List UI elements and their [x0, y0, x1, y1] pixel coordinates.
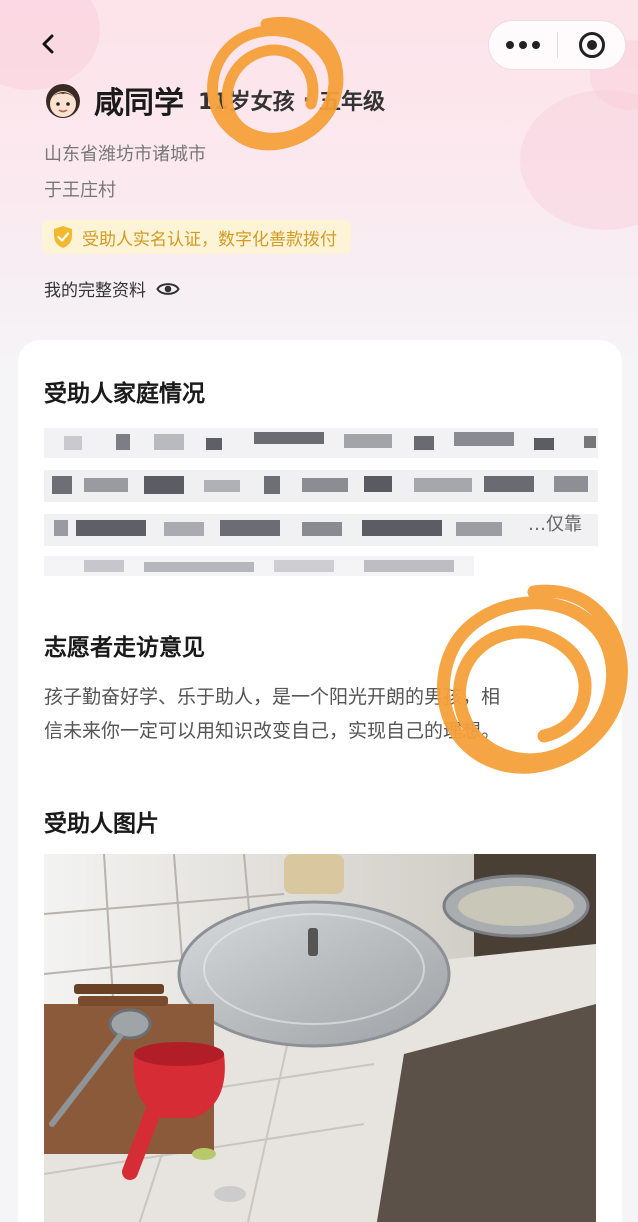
target-icon	[578, 32, 605, 58]
beneficiary-name: 咸同学	[94, 86, 184, 121]
beneficiary-title-row: 咸同学 11岁女孩 · 五年级	[42, 78, 385, 122]
full-profile-label: 我的完整资料	[44, 281, 146, 301]
full-profile-link[interactable]: 我的完整资料	[44, 276, 180, 301]
family-description-pixelated	[44, 428, 598, 578]
girl-avatar-icon	[42, 79, 84, 121]
verification-text: 受助人实名认证，数字化善款拨付	[82, 229, 337, 250]
chevron-left-icon	[42, 34, 54, 54]
beneficiary-photo[interactable]	[44, 854, 596, 1222]
volunteer-comment-line2: 信未来你一定可以用知识改变自己，实现自己的理想。	[44, 720, 501, 742]
photos-section-title: 受助人图片	[44, 811, 159, 837]
meta-separator: ·	[302, 87, 311, 113]
detail-card: 受助人家庭情况 …仅靠 志愿者走访意见 孩子勤奋好学、乐于助人，是一个阳光开朗的…	[18, 340, 622, 1222]
volunteer-section-title: 志愿者走访意见	[44, 635, 205, 661]
more-dots-icon	[506, 41, 514, 49]
beneficiary-meta: 11岁女孩 · 五年级	[198, 84, 385, 116]
address-line1: 山东省潍坊市诸城市	[44, 144, 206, 165]
kitchen-stove-photo	[44, 854, 596, 1222]
miniprogram-capsule	[488, 20, 626, 70]
close-button[interactable]	[558, 21, 625, 69]
back-button[interactable]	[30, 26, 66, 62]
shield-check-icon	[54, 226, 72, 248]
family-section-title: 受助人家庭情况	[44, 381, 205, 407]
address-line2: 于王庄村	[44, 180, 116, 201]
grade: 五年级	[318, 90, 385, 115]
family-description-visible-tail: …仅靠	[528, 514, 582, 535]
volunteer-comment: 孩子勤奋好学、乐于助人，是一个阳光开朗的男孩，相 信未来你一定可以用知识改变自己…	[44, 680, 604, 748]
eye-icon	[156, 282, 180, 295]
volunteer-comment-line1: 孩子勤奋好学、乐于助人，是一个阳光开朗的男孩，相	[44, 686, 501, 708]
verification-badge: 受助人实名认证，数字化善款拨付	[42, 220, 351, 254]
age-gender: 11岁女孩	[198, 90, 295, 115]
more-button[interactable]	[489, 21, 557, 69]
